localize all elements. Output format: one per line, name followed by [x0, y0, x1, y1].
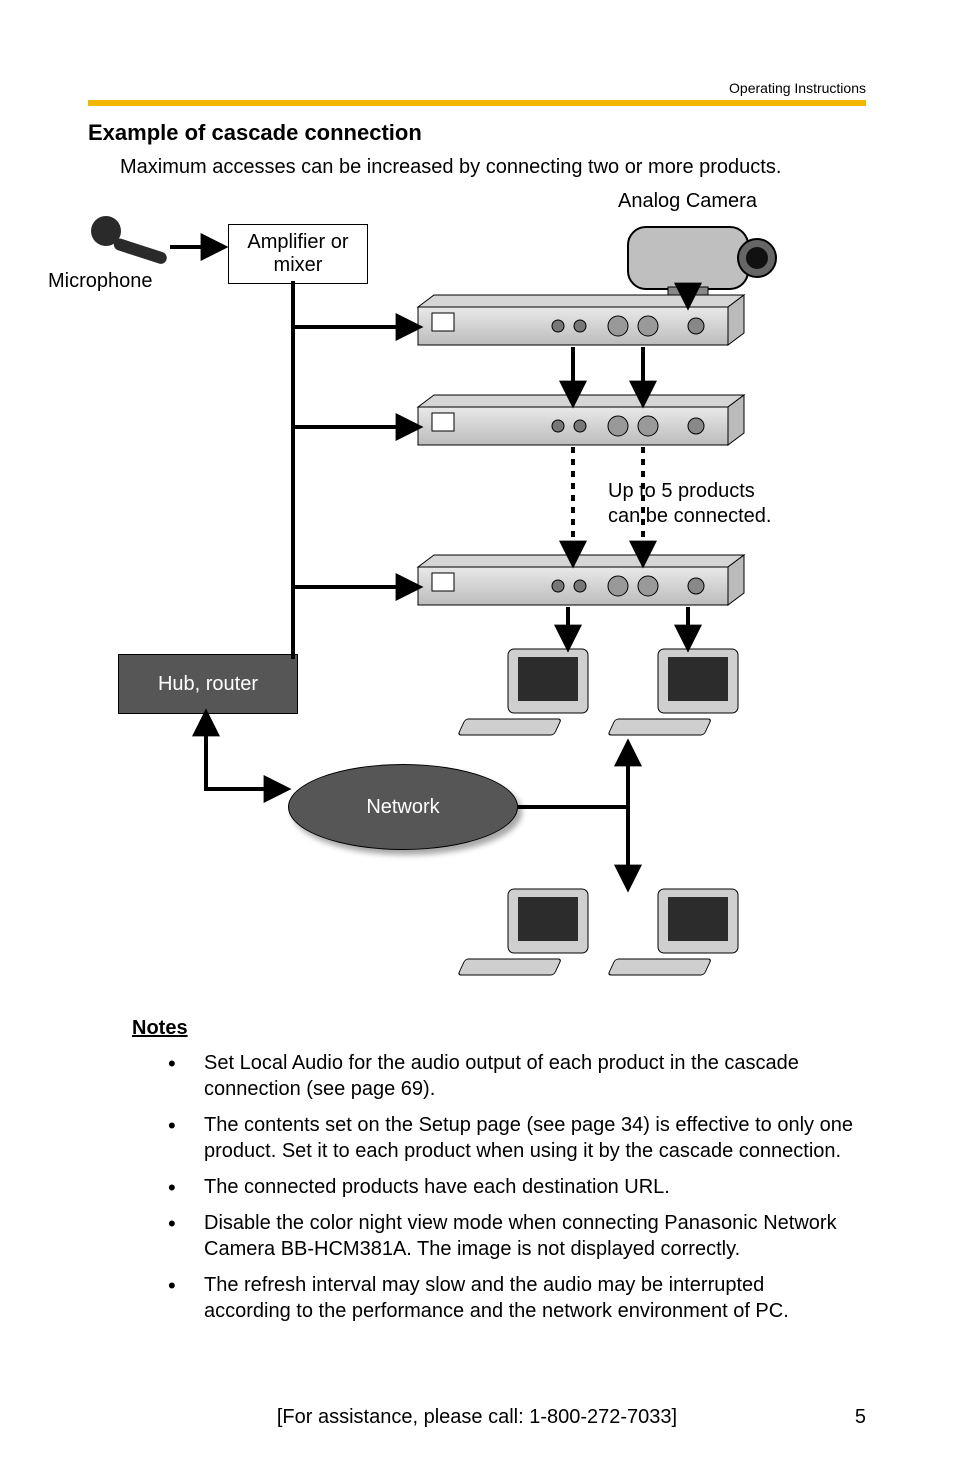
list-item: The contents set on the Setup page (see … — [168, 1112, 856, 1164]
page-footer: [For assistance, please call: 1-800-272-… — [0, 1406, 954, 1429]
list-item: Set Local Audio for the audio output of … — [168, 1050, 856, 1102]
list-item: Disable the color night view mode when c… — [168, 1210, 856, 1262]
computer-icon — [608, 889, 738, 975]
list-item: The connected products have each destina… — [168, 1174, 856, 1200]
server-unit-3 — [418, 555, 744, 605]
notes-list: Set Local Audio for the audio output of … — [168, 1050, 856, 1324]
notes-heading: Notes — [132, 1017, 866, 1040]
footer-assist: [For assistance, please call: 1-800-272-… — [0, 1406, 954, 1429]
diagram-svg — [88, 189, 868, 999]
server-unit-2 — [418, 395, 744, 445]
server-unit-1 — [418, 295, 744, 345]
computer-icon — [458, 649, 588, 735]
page-number: 5 — [855, 1406, 866, 1429]
cascade-diagram: Analog Camera Microphone Amplifier or mi… — [88, 189, 868, 999]
header-doc-label: Operating Instructions — [88, 80, 866, 96]
list-item: The refresh interval may slow and the au… — [168, 1272, 856, 1324]
microphone-icon — [91, 216, 168, 265]
computer-icon — [608, 649, 738, 735]
section-intro: Maximum accesses can be increased by con… — [120, 156, 866, 179]
analog-camera-icon — [628, 227, 776, 297]
section-title: Example of cascade connection — [88, 120, 866, 146]
computer-icon — [458, 889, 588, 975]
header-rule — [88, 100, 866, 106]
